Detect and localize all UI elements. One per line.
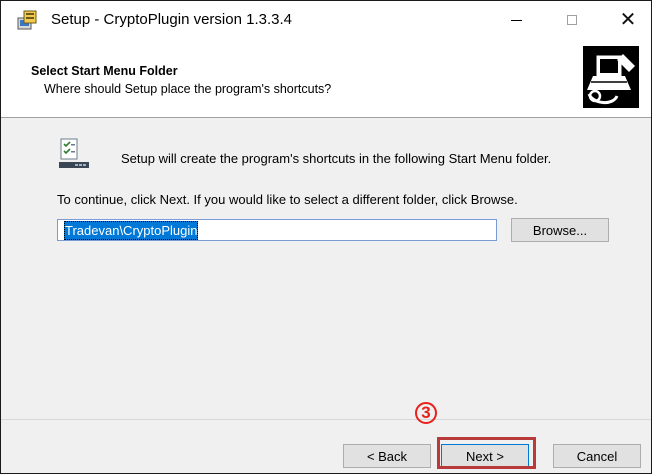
setup-app-icon (17, 10, 37, 30)
minimize-button[interactable] (493, 1, 539, 39)
page-title: Select Start Menu Folder (31, 64, 178, 78)
cancel-button[interactable]: Cancel (553, 444, 641, 468)
wizard-header: Select Start Menu Folder Where should Se… (1, 39, 651, 118)
wizard-footer: < Back Next > Cancel 3 (1, 402, 651, 473)
back-button[interactable]: < Back (343, 444, 431, 468)
close-button[interactable]: ✕ (605, 1, 651, 39)
start-menu-folder-input[interactable]: Tradevan\CryptoPlugin (57, 219, 497, 241)
close-icon: ✕ (619, 9, 637, 31)
title-bar: Setup - CryptoPlugin version 1.3.3.4 ✕ (1, 1, 651, 39)
folder-input-value: Tradevan\CryptoPlugin (64, 221, 199, 240)
maximize-button[interactable] (549, 1, 595, 39)
intro-text: Setup will create the program's shortcut… (121, 151, 552, 166)
instruction-text: To continue, click Next. If you would li… (57, 192, 518, 207)
maximize-icon (567, 15, 577, 25)
setup-window: Setup - CryptoPlugin version 1.3.3.4 ✕ S… (0, 0, 652, 474)
wizard-content: Setup will create the program's shortcut… (1, 118, 651, 419)
installer-computer-icon (583, 46, 639, 108)
window-title: Setup - CryptoPlugin version 1.3.3.4 (51, 11, 292, 28)
minimize-icon (510, 19, 522, 21)
page-subtitle: Where should Setup place the program's s… (44, 82, 332, 96)
start-menu-folder-icon (59, 138, 89, 168)
step-marker: 3 (415, 402, 437, 424)
browse-button[interactable]: Browse... (511, 218, 609, 242)
next-button[interactable]: Next > (441, 444, 529, 468)
